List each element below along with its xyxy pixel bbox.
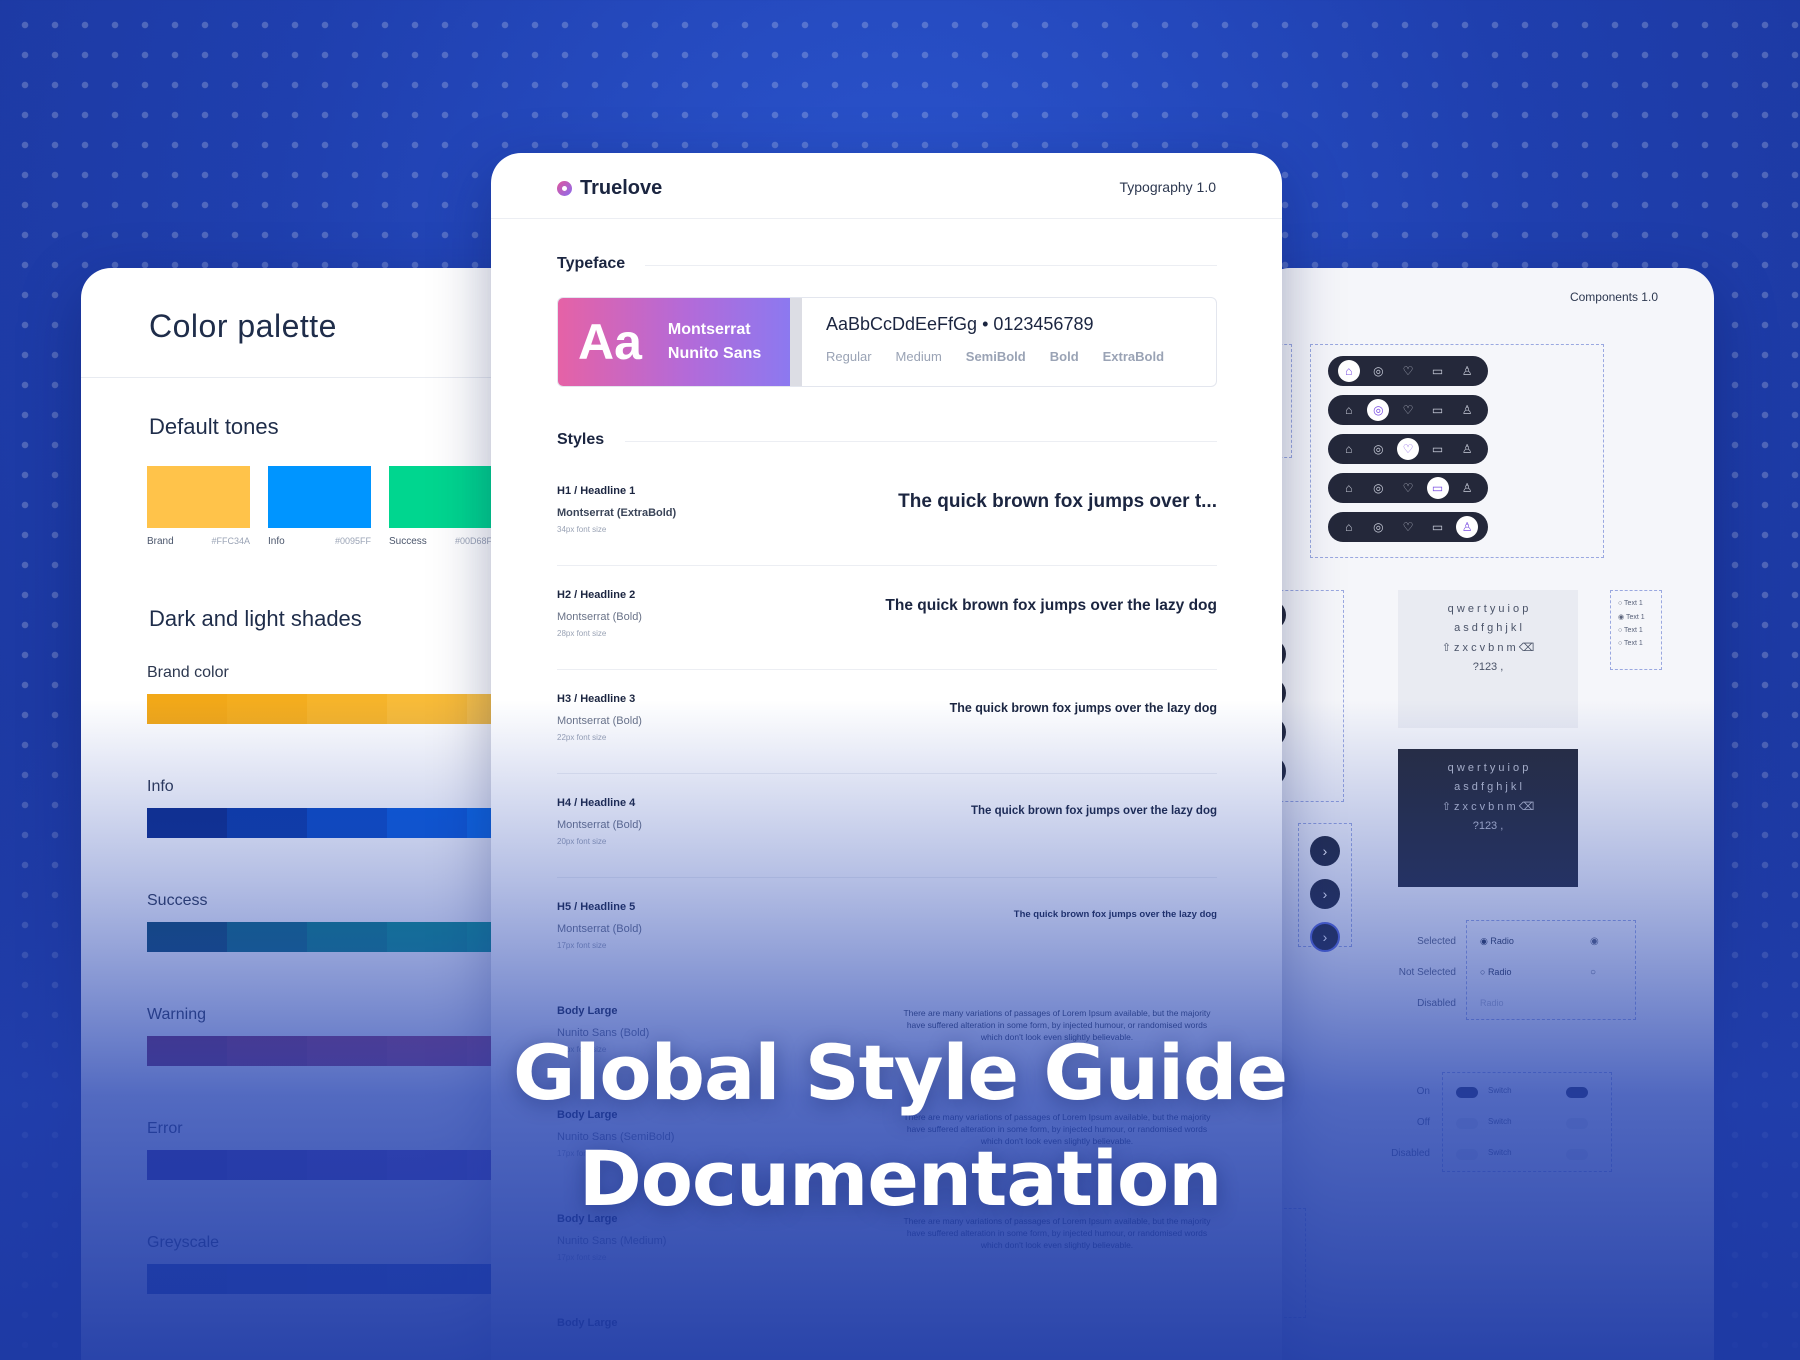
- default-tones-title: Default tones: [149, 414, 279, 439]
- tone-item: Info #0095FF: [268, 466, 371, 547]
- hero-title: Global Style Guide Documentation: [0, 1020, 1800, 1232]
- tone-meta: Brand #FFC34A: [147, 536, 250, 547]
- compass-icon[interactable]: ◎: [1367, 477, 1389, 499]
- compass-icon[interactable]: ◎: [1367, 399, 1390, 421]
- style-sample: The quick brown fox jumps over the lazy …: [885, 597, 1217, 614]
- chat-icon[interactable]: ▭: [1427, 360, 1449, 382]
- tone-meta: Info #0095FF: [268, 536, 371, 547]
- default-tones: Brand #FFC34A Info #0095FF Success #00D68F: [147, 466, 492, 547]
- tone-hex: #FFC34A: [211, 536, 250, 546]
- shades-title: Dark and light shades: [149, 606, 362, 631]
- heart-icon[interactable]: ♡: [1397, 399, 1419, 421]
- components-title: Components 1.0: [1569, 290, 1658, 304]
- typeface-aa: Aa: [578, 314, 642, 370]
- style-row: H1 / Headline 1 Montserrat (ExtraBold) 34p…: [557, 485, 1217, 545]
- home-icon[interactable]: ⌂: [1338, 477, 1360, 499]
- keyboard-row: ?123 ,: [1472, 661, 1504, 673]
- home-icon[interactable]: ⌂: [1337, 360, 1360, 382]
- typeface-box: Aa Montserrat Nunito Sans AaBbCcDdEeFfGg…: [557, 297, 1217, 387]
- radio-checked-icon: ◉: [1618, 614, 1626, 621]
- hero-line-1: Global Style Guide: [513, 1028, 1288, 1117]
- typography-version: Typography 1.0: [1119, 179, 1216, 195]
- font-name-secondary: Nunito Sans: [667, 345, 762, 362]
- user-icon[interactable]: ♙: [1456, 438, 1478, 460]
- tone-swatch[interactable]: [147, 466, 250, 528]
- user-icon[interactable]: ♙: [1456, 360, 1478, 382]
- checkbox-item[interactable]: ○ Text 1: [1618, 640, 1645, 647]
- divider: [557, 565, 1217, 566]
- checkbox-label: Text 1: [1625, 614, 1645, 621]
- brand-name: Truelove: [580, 177, 663, 199]
- style-row: H2 / Headline 2 Montserrat (Bold) 28px fon…: [557, 589, 1217, 649]
- tone-item: Success #00D68F: [389, 466, 492, 547]
- typeface-swatch: Aa Montserrat Nunito Sans: [558, 298, 802, 386]
- home-icon[interactable]: ⌂: [1338, 438, 1360, 460]
- heart-icon[interactable]: ♡: [1396, 438, 1419, 460]
- heart-icon[interactable]: ♡: [1397, 360, 1419, 382]
- tone-swatch[interactable]: [389, 466, 492, 528]
- divider: [645, 265, 1217, 266]
- keyboard-row: a s d f g h j k l: [1454, 622, 1522, 634]
- divider: [625, 441, 1217, 442]
- bottom-nav-bar: ⌂ ◎ ♡ ▭ ♙: [1328, 434, 1488, 464]
- checkbox-label: Text 1: [1624, 627, 1643, 634]
- bottom-nav-bar: ⌂ ◎ ♡ ▭ ♙: [1328, 473, 1488, 503]
- tone-item: Brand #FFC34A: [147, 466, 250, 547]
- checkbox-label: Text 1: [1624, 640, 1643, 647]
- font-weight-label: ExtraBold: [1102, 349, 1165, 364]
- tone-hex: #00D68F: [454, 536, 492, 546]
- typeface-sample: AaBbCcDdEeFfGg • 0123456789: [826, 314, 1094, 334]
- font-weight-label: Regular: [826, 349, 872, 364]
- style-size: 34px font size: [557, 525, 607, 534]
- bottom-nav-bar: ⌂ ◎ ♡ ▭ ♙: [1328, 395, 1488, 425]
- checkbox-item[interactable]: ○ Text 1: [1618, 600, 1645, 607]
- keyboard-row: q w e r t y u i o p: [1447, 603, 1529, 615]
- typeface-names: Montserrat Nunito Sans: [668, 318, 761, 366]
- hero-line-2: Documentation: [578, 1134, 1223, 1223]
- tone-meta: Success #00D68F: [389, 536, 492, 547]
- checkbox-list: ○ Text 1 ◉ Text 1 ○ Text 1 ○ Text 1: [1618, 600, 1645, 653]
- tone-swatch[interactable]: [268, 466, 371, 528]
- chat-icon[interactable]: ▭: [1427, 399, 1449, 421]
- font-weight-label: Bold: [1049, 349, 1079, 364]
- user-icon[interactable]: ♙: [1456, 477, 1478, 499]
- chat-icon[interactable]: ▭: [1426, 477, 1449, 499]
- shade-label: Brand color: [147, 664, 229, 681]
- typeface-title: Typeface: [557, 255, 626, 272]
- checkbox-label: Text 1: [1624, 600, 1643, 607]
- keyboard-row: ⇧ z x c v b n m ⌫: [1441, 642, 1535, 654]
- styles-title: Styles: [557, 431, 605, 448]
- home-icon[interactable]: ⌂: [1338, 399, 1360, 421]
- bottom-nav-bar: ⌂ ◎ ♡ ▭ ♙: [1328, 512, 1488, 542]
- user-icon[interactable]: ♙: [1456, 516, 1479, 538]
- compass-icon[interactable]: ◎: [1367, 360, 1389, 382]
- font-name-primary: Montserrat: [667, 321, 751, 338]
- home-icon[interactable]: ⌂: [1338, 516, 1360, 538]
- divider: [557, 669, 1217, 670]
- tone-name: Brand: [147, 536, 174, 547]
- chat-icon[interactable]: ▭: [1427, 516, 1449, 538]
- typeface-details: AaBbCcDdEeFfGg • 0123456789 Regular Mediu…: [790, 298, 1164, 386]
- style-sample: The quick brown fox jumps over t...: [898, 491, 1217, 512]
- checkbox-item[interactable]: ○ Text 1: [1618, 627, 1645, 634]
- heart-icon[interactable]: ♡: [1397, 516, 1419, 538]
- bottom-nav-bar: ⌂ ◎ ♡ ▭ ♙: [1328, 356, 1488, 386]
- style-size: 28px font size: [557, 629, 607, 638]
- compass-icon[interactable]: ◎: [1367, 438, 1389, 460]
- typography-header: Truelove Typography 1.0: [491, 153, 1282, 219]
- heart-logo-icon: [557, 181, 572, 196]
- tone-hex: #0095FF: [334, 536, 371, 546]
- heart-icon[interactable]: ♡: [1397, 477, 1419, 499]
- compass-icon[interactable]: ◎: [1367, 516, 1389, 538]
- font-weights: Regular Medium SemiBold Bold ExtraBold: [826, 349, 1164, 364]
- chat-icon[interactable]: ▭: [1427, 438, 1449, 460]
- checkbox-item[interactable]: ◉ Text 1: [1618, 613, 1645, 621]
- user-icon[interactable]: ♙: [1456, 399, 1478, 421]
- font-weight-label: SemiBold: [965, 349, 1026, 364]
- tone-name: Success: [389, 536, 427, 547]
- tone-name: Info: [268, 536, 285, 547]
- font-weight-label: Medium: [895, 349, 942, 364]
- brand-logo[interactable]: Truelove: [557, 177, 662, 200]
